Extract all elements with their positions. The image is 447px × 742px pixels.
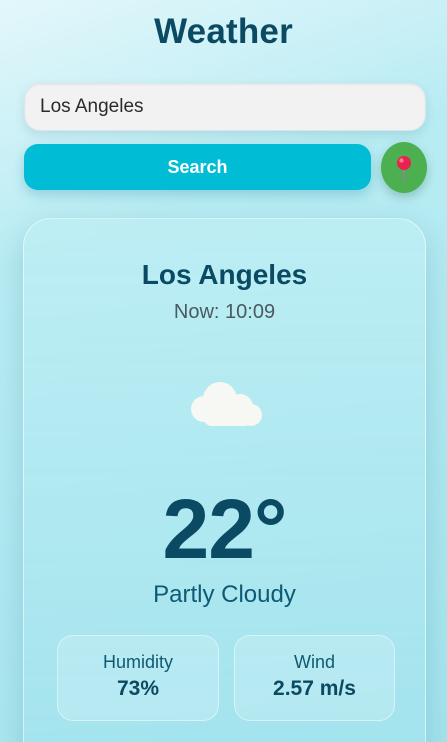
weather-card: Los Angeles Now: 10:09 22° Partly Cloudy… — [23, 218, 426, 742]
app-title: Weather — [154, 12, 293, 51]
time-label: Now: — [173, 301, 220, 323]
wind-label: Wind — [293, 652, 335, 672]
time-value: 10:09 — [225, 301, 276, 323]
city-name: Los Angeles — [141, 259, 308, 290]
humidity-label: Humidity — [102, 652, 173, 672]
humidity-stat: Humidity 73% — [57, 635, 219, 721]
humidity-value: 73% — [116, 677, 160, 700]
wind-stat: Wind 2.57 m/s — [234, 635, 395, 721]
city-search-input[interactable] — [24, 83, 426, 131]
map-pin-icon — [397, 155, 411, 181]
weather-condition: Partly Cloudy — [153, 581, 296, 608]
temperature: 22° — [162, 482, 287, 576]
local-time: Now: 10:09 — [24, 301, 425, 324]
cloud-icon — [191, 382, 262, 426]
search-button[interactable]: Search — [24, 144, 371, 190]
wind-value: 2.57 m/s — [273, 677, 356, 700]
use-location-button[interactable] — [381, 142, 427, 193]
